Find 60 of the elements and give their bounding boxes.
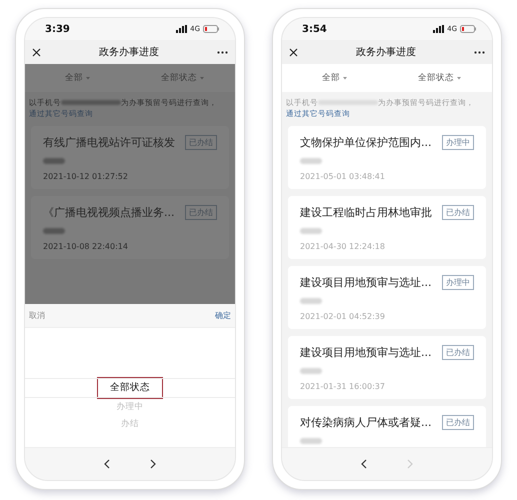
status-tag: 已办结	[185, 204, 217, 220]
status-tag: 已办结	[442, 344, 474, 360]
battery-icon	[203, 25, 219, 33]
back-icon[interactable]	[104, 459, 110, 469]
caret-icon	[457, 76, 461, 80]
task-date: 2021-10-08 22:40:14	[43, 242, 128, 251]
more-icon[interactable]	[217, 50, 228, 54]
caret-icon	[86, 76, 90, 80]
close-icon[interactable]	[32, 48, 41, 56]
task-title: 建设工程临时占用林地审批	[300, 204, 432, 220]
filter-dropdown[interactable]: 全部状态	[387, 64, 492, 92]
status-time: 3:54	[302, 24, 327, 34]
confirm-button[interactable]: 确定	[215, 310, 231, 321]
status-tag: 已办结	[185, 134, 217, 150]
task-date: 2021-02-01 04:52:39	[300, 312, 385, 321]
signal-icon	[433, 25, 444, 33]
task-card[interactable]: 建设项目用地预审与选址... 办理中 2021-02-01 04:52:39	[288, 266, 486, 329]
task-card[interactable]: 对传染病病人尸体或者疑... 已办结	[288, 406, 486, 447]
task-title: 建设项目用地预审与选址...	[300, 344, 432, 360]
status-tag: 已办结	[442, 204, 474, 220]
task-date: 2021-05-01 03:48:41	[300, 172, 385, 181]
blurred-text	[43, 158, 65, 164]
blurred-text	[300, 438, 322, 444]
task-date: 2021-01-31 16:00:37	[300, 382, 385, 391]
blurred-text	[300, 298, 322, 304]
task-date: 2021-04-30 12:24:18	[300, 242, 385, 251]
blurred-text	[300, 228, 322, 234]
filter-dropdown[interactable]: 全部	[282, 64, 387, 92]
back-icon[interactable]	[361, 459, 367, 469]
blurred-text	[300, 158, 322, 164]
caret-icon	[200, 76, 204, 80]
status-time: 3:39	[45, 24, 70, 34]
status-tag: 已办结	[442, 414, 474, 430]
picker-option[interactable]: 全部状态	[97, 377, 163, 399]
caret-icon	[343, 76, 347, 80]
close-icon[interactable]	[289, 48, 298, 56]
task-card[interactable]: 文物保护单位保护范围内... 办理中 2021-05-01 03:48:41	[288, 126, 486, 189]
more-icon[interactable]	[474, 50, 485, 54]
blurred-text	[43, 228, 65, 234]
blurred-text	[300, 368, 322, 374]
battery-icon	[460, 25, 476, 33]
task-title: 对传染病病人尸体或者疑...	[300, 414, 432, 430]
cancel-button[interactable]: 取消	[29, 310, 45, 321]
forward-icon[interactable]	[150, 459, 156, 469]
task-title: 《广播电视视频点播业务...	[43, 204, 174, 220]
filter-dropdown[interactable]: 全部	[25, 64, 130, 92]
task-title: 文物保护单位保护范围内...	[300, 134, 432, 150]
task-title: 建设项目用地预审与选址...	[300, 274, 432, 290]
status-tag: 办理中	[442, 274, 474, 290]
task-card[interactable]: 建设工程临时占用林地审批 已办结 2021-04-30 12:24:18	[288, 196, 486, 259]
task-card[interactable]: 建设项目用地预审与选址... 已办结 2021-01-31 16:00:37	[288, 336, 486, 399]
page-title: 政务办事进度	[99, 46, 159, 59]
task-title: 有线广播电视站许可证核发	[43, 134, 175, 150]
page-title: 政务办事进度	[356, 46, 416, 59]
task-card[interactable]: 《广播电视视频点播业务... 已办结 2021-10-08 22:40:14	[31, 196, 229, 259]
task-card[interactable]: 有线广播电视站许可证核发 已办结 2021-10-12 01:27:52	[31, 126, 229, 189]
signal-icon	[176, 25, 188, 33]
filter-dropdown[interactable]: 全部状态	[130, 64, 235, 92]
status-tag: 办理中	[442, 134, 474, 150]
task-date: 2021-10-12 01:27:52	[43, 172, 128, 181]
